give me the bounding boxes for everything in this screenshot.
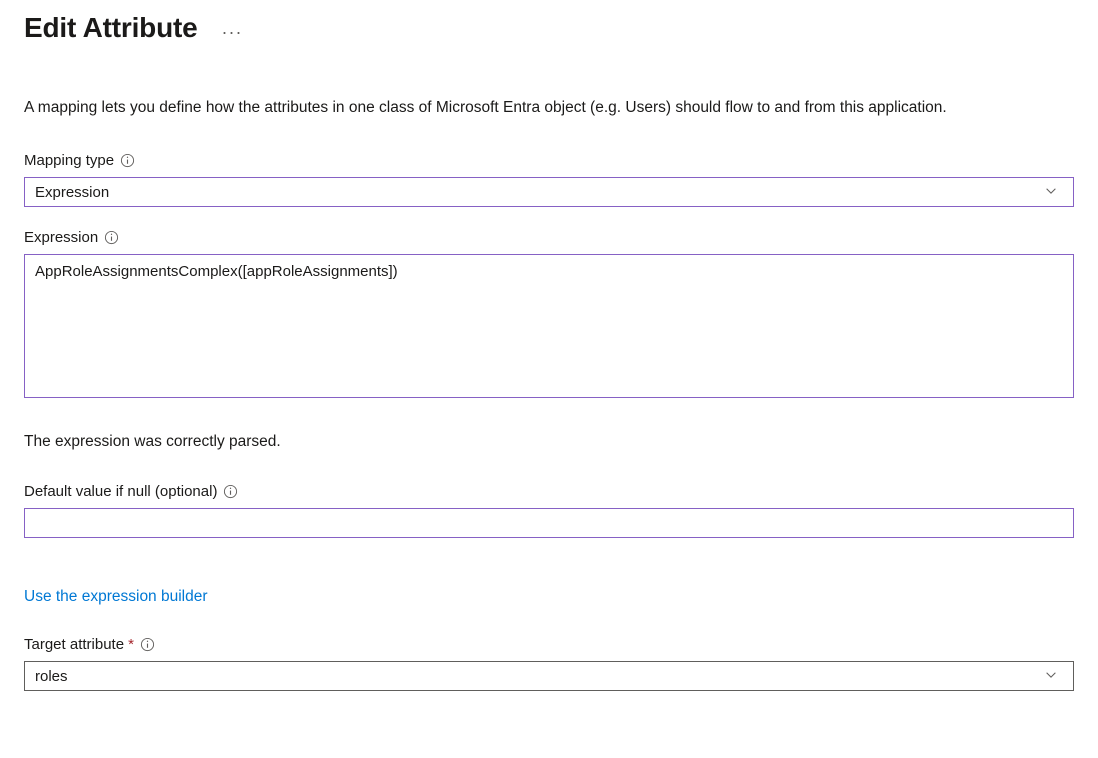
target-attribute-label: Target attribute	[24, 636, 124, 653]
mapping-type-field: Mapping type	[24, 152, 1074, 207]
expression-parse-status: The expression was correctly parsed.	[24, 433, 1074, 451]
more-actions-icon[interactable]: ···	[221, 15, 242, 41]
info-icon[interactable]	[120, 153, 135, 168]
expression-builder-link[interactable]: Use the expression builder	[24, 588, 208, 606]
default-value-input[interactable]	[24, 508, 1074, 538]
target-attribute-select[interactable]	[24, 661, 1074, 691]
page-title: Edit Attribute	[24, 12, 197, 44]
mapping-type-label: Mapping type	[24, 152, 114, 169]
expression-field: Expression	[24, 229, 1074, 401]
required-indicator: *	[128, 636, 134, 653]
page-description: A mapping lets you define how the attrib…	[24, 96, 1074, 120]
info-icon[interactable]	[140, 637, 155, 652]
target-attribute-field: Target attribute *	[24, 636, 1074, 691]
expression-label: Expression	[24, 229, 98, 246]
info-icon[interactable]	[104, 230, 119, 245]
info-icon[interactable]	[223, 484, 238, 499]
mapping-type-select[interactable]	[24, 177, 1074, 207]
expression-textarea[interactable]	[24, 254, 1074, 398]
default-value-field: Default value if null (optional)	[24, 483, 1074, 538]
default-value-label: Default value if null (optional)	[24, 483, 217, 500]
